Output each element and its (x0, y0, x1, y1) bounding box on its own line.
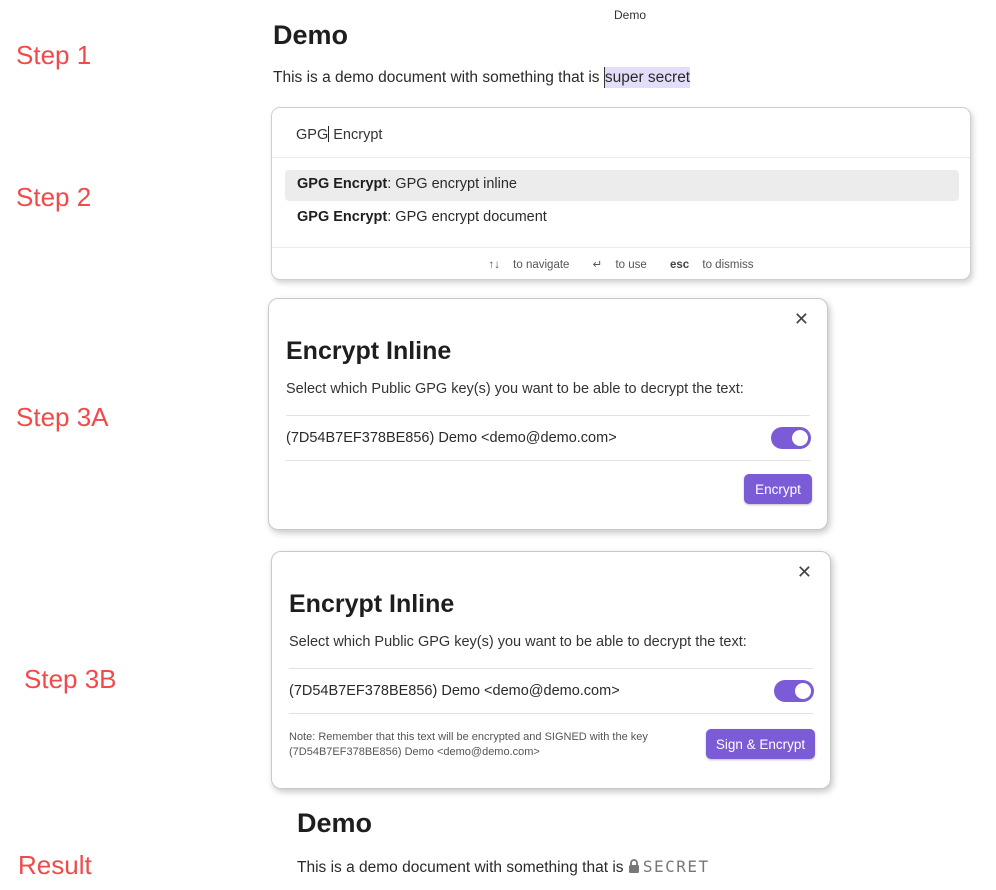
suggestion-prefix: GPG Encrypt (297, 176, 388, 192)
hint-use: ↵ to use (592, 259, 647, 271)
sign-note-line-2: (7D54B7EF378BE856) Demo <demo@demo.com> (289, 746, 540, 758)
tab-title: Demo (614, 8, 647, 22)
encrypt-inline-modal-b: ✕ Encrypt Inline Select which Public GPG… (271, 551, 831, 789)
sign-note-line-1: Note: Remember that this text will be en… (289, 731, 648, 743)
selected-text[interactable]: super secret (603, 67, 691, 88)
secret-token[interactable]: SECRET (628, 857, 710, 876)
step1-text: This is a demo document with something t… (273, 69, 604, 86)
suggestion-encrypt-inline[interactable]: GPG Encrypt: GPG encrypt inline (285, 170, 959, 201)
suggestion-encrypt-document[interactable]: GPG Encrypt: GPG encrypt document (285, 203, 959, 234)
modal-description: Select which Public GPG key(s) you want … (286, 381, 744, 397)
gpg-key-label: (7D54B7EF378BE856) Demo <demo@demo.com> (289, 683, 620, 699)
step-2-label: Step 2 (16, 182, 92, 212)
palette-divider (272, 157, 970, 158)
divider (286, 415, 810, 416)
step-3b-label: Step 3B (24, 664, 117, 694)
divider (286, 460, 810, 461)
step-3a-label: Step 3A (16, 402, 109, 432)
sign-and-encrypt-button[interactable]: Sign & Encrypt (706, 729, 815, 759)
result-heading: Demo (297, 808, 373, 838)
lock-icon (628, 859, 639, 873)
input-text-after-caret: Encrypt (329, 127, 383, 143)
modal-title: Encrypt Inline (286, 337, 452, 365)
gpg-key-toggle[interactable] (771, 427, 811, 449)
suggestion-text: : GPG encrypt inline (387, 176, 517, 192)
gpg-key-toggle[interactable] (774, 680, 814, 702)
palette-hints: ↑↓ to navigate ↵ to use esc to dismiss (272, 257, 970, 271)
command-palette: GPG Encrypt GPG Encrypt: GPG encrypt inl… (271, 107, 971, 280)
suggestion-prefix: GPG Encrypt (297, 209, 388, 225)
toggle-knob (792, 430, 808, 446)
close-icon[interactable]: ✕ (794, 309, 809, 330)
palette-footer-divider (272, 247, 970, 248)
divider (289, 713, 813, 714)
gpg-key-label: (7D54B7EF378BE856) Demo <demo@demo.com> (286, 430, 617, 446)
hint-dismiss: esc to dismiss (670, 259, 754, 271)
sign-note: Note: Remember that this text will be en… (289, 730, 689, 760)
suggestion-text: : GPG encrypt document (387, 209, 547, 225)
modal-description: Select which Public GPG key(s) you want … (289, 634, 747, 650)
result-paragraph: This is a demo document with something t… (297, 857, 710, 877)
result-label: Result (18, 850, 92, 880)
close-icon[interactable]: ✕ (797, 562, 812, 583)
enter-icon: ↵ (592, 259, 603, 271)
modal-title: Encrypt Inline (289, 590, 455, 618)
step-1-label: Step 1 (16, 40, 92, 70)
hint-navigate: ↑↓ to navigate (488, 259, 570, 271)
secret-label: SECRET (642, 857, 710, 876)
arrows-icon: ↑↓ (488, 259, 500, 271)
input-text-before-caret: GPG (296, 127, 329, 143)
esc-key: esc (670, 259, 690, 271)
encrypt-button[interactable]: Encrypt (744, 474, 812, 504)
encrypt-inline-modal-a: ✕ Encrypt Inline Select which Public GPG… (268, 298, 828, 530)
toggle-knob (795, 683, 811, 699)
command-palette-input[interactable]: GPG Encrypt (296, 126, 382, 143)
result-text: This is a demo document with something t… (297, 859, 628, 876)
step1-paragraph[interactable]: This is a demo document with something t… (273, 67, 691, 88)
divider (289, 668, 813, 669)
step1-heading: Demo (273, 20, 349, 50)
